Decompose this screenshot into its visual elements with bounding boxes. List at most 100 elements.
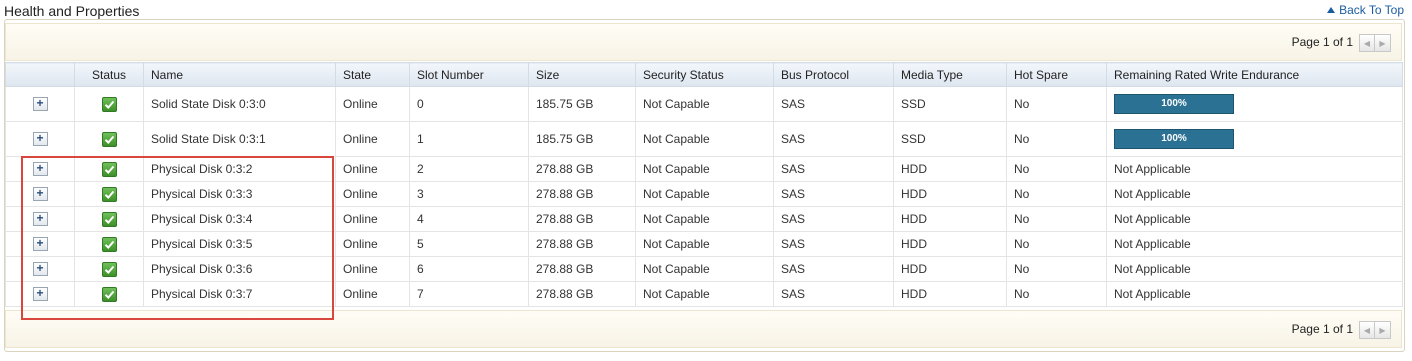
security-status-cell: Not Capable (635, 281, 774, 307)
table-row[interactable]: + Physical Disk 0:3:6 Online 6 278.88 GB Not … (5, 256, 1403, 282)
bus-protocol-cell: SAS (773, 181, 894, 207)
name-cell: Solid State Disk 0:3:0 (143, 86, 336, 122)
media-type-cell: HDD (893, 231, 1007, 257)
size-cell: 278.88 GB (528, 281, 636, 307)
column-header-bus-protocol[interactable]: Bus Protocol (773, 62, 894, 87)
pager-buttons: ◀ ▶ (1359, 34, 1391, 52)
up-arrow-icon (1327, 7, 1336, 13)
name-cell: Solid State Disk 0:3:1 (143, 121, 336, 157)
expand-cell: + (5, 156, 75, 182)
column-header-expand[interactable] (5, 62, 75, 87)
media-type-cell: SSD (893, 121, 1007, 157)
security-status-cell: Not Capable (635, 181, 774, 207)
chevron-right-icon: ▶ (1379, 38, 1386, 48)
column-header-hot-spare[interactable]: Hot Spare (1006, 62, 1107, 87)
media-type-cell: HDD (893, 181, 1007, 207)
back-to-top-link[interactable]: Back To Top (1327, 3, 1404, 17)
check-icon (101, 261, 117, 277)
next-page-button[interactable]: ▶ (1375, 321, 1391, 339)
slot-cell: 7 (409, 281, 529, 307)
expand-button[interactable]: + (32, 162, 48, 177)
table-row[interactable]: + Physical Disk 0:3:7 Online 7 278.88 GB Not … (5, 281, 1403, 307)
state-cell: Online (335, 86, 410, 122)
column-header-media-type[interactable]: Media Type (893, 62, 1007, 87)
status-cell (74, 231, 144, 257)
expand-button[interactable]: + (32, 237, 48, 252)
slot-cell: 3 (409, 181, 529, 207)
endurance-label: 100% (1161, 133, 1187, 144)
hot-spare-cell: No (1006, 121, 1107, 157)
hot-spare-cell: No (1006, 231, 1107, 257)
state-cell: Online (335, 181, 410, 207)
table-row[interactable]: + Physical Disk 0:3:3 Online 3 278.88 GB Not … (5, 181, 1403, 207)
name-cell: Physical Disk 0:3:2 (143, 156, 336, 182)
endurance-progress-bar: 100% (1114, 94, 1234, 114)
size-cell: 278.88 GB (528, 206, 636, 232)
status-cell (74, 181, 144, 207)
endurance-cell: 100% (1106, 86, 1403, 122)
status-cell (74, 256, 144, 282)
status-cell (74, 206, 144, 232)
table-row[interactable]: + Physical Disk 0:3:5 Online 5 278.88 GB Not … (5, 231, 1403, 257)
media-type-cell: SSD (893, 86, 1007, 122)
name-cell: Physical Disk 0:3:3 (143, 181, 336, 207)
name-cell: Physical Disk 0:3:4 (143, 206, 336, 232)
endurance-cell: Not Applicable (1106, 281, 1403, 307)
table-row[interactable]: + Physical Disk 0:3:2 Online 2 278.88 GB Not … (5, 156, 1403, 182)
table-row[interactable]: + Solid State Disk 0:3:1 Online 1 185.75 GB N… (5, 121, 1403, 157)
pager-label: Page 1 of 1 (1291, 322, 1353, 336)
column-header-state[interactable]: State (335, 62, 410, 87)
expand-cell: + (5, 181, 75, 207)
table-row[interactable]: + Physical Disk 0:3:4 Online 4 278.88 GB Not … (5, 206, 1403, 232)
chevron-left-icon: ◀ (1363, 38, 1371, 48)
column-header-slot-number[interactable]: Slot Number (409, 62, 529, 87)
column-header-remaining-rated-write-endurance[interactable]: Remaining Rated Write Endurance (1106, 62, 1403, 87)
status-cell (74, 281, 144, 307)
column-header-security-status[interactable]: Security Status (635, 62, 774, 87)
pager-bottom: Page 1 of 1 ◀ ▶ (5, 310, 1402, 348)
chevron-right-icon: ▶ (1379, 325, 1386, 335)
check-icon (101, 131, 117, 147)
prev-page-button[interactable]: ◀ (1359, 321, 1375, 339)
media-type-cell: HDD (893, 281, 1007, 307)
security-status-cell: Not Capable (635, 231, 774, 257)
endurance-cell: Not Applicable (1106, 231, 1403, 257)
back-to-top-label: Back To Top (1339, 3, 1404, 17)
security-status-cell: Not Capable (635, 156, 774, 182)
expand-cell: + (5, 231, 75, 257)
table-row[interactable]: + Solid State Disk 0:3:0 Online 0 185.75 GB N… (5, 86, 1403, 122)
expand-button[interactable]: + (32, 287, 48, 302)
size-cell: 278.88 GB (528, 156, 636, 182)
expand-button[interactable]: + (32, 212, 48, 227)
next-page-button[interactable]: ▶ (1375, 34, 1391, 52)
expand-button[interactable]: + (32, 187, 48, 202)
bus-protocol-cell: SAS (773, 281, 894, 307)
slot-cell: 5 (409, 231, 529, 257)
check-icon (101, 161, 117, 177)
pager-buttons: ◀ ▶ (1359, 321, 1391, 339)
column-header-name[interactable]: Name (143, 62, 336, 87)
expand-button[interactable]: + (32, 262, 48, 277)
state-cell: Online (335, 256, 410, 282)
prev-page-button[interactable]: ◀ (1359, 34, 1375, 52)
name-cell: Physical Disk 0:3:7 (143, 281, 336, 307)
expand-button[interactable]: + (32, 132, 48, 147)
column-header-status[interactable]: Status (74, 62, 144, 87)
hot-spare-cell: No (1006, 256, 1107, 282)
pager-top: Page 1 of 1 ◀ ▶ (5, 23, 1402, 61)
status-cell (74, 156, 144, 182)
physical-disk-table: Status Name State Slot Number Size Security S… (5, 62, 1403, 307)
status-cell (74, 121, 144, 157)
media-type-cell: HDD (893, 256, 1007, 282)
expand-button[interactable]: + (32, 97, 48, 112)
slot-cell: 6 (409, 256, 529, 282)
endurance-cell: Not Applicable (1106, 256, 1403, 282)
security-status-cell: Not Capable (635, 256, 774, 282)
hot-spare-cell: No (1006, 86, 1107, 122)
bus-protocol-cell: SAS (773, 206, 894, 232)
security-status-cell: Not Capable (635, 121, 774, 157)
size-cell: 185.75 GB (528, 121, 636, 157)
media-type-cell: HDD (893, 206, 1007, 232)
endurance-progress-bar: 100% (1114, 129, 1234, 149)
column-header-size[interactable]: Size (528, 62, 636, 87)
